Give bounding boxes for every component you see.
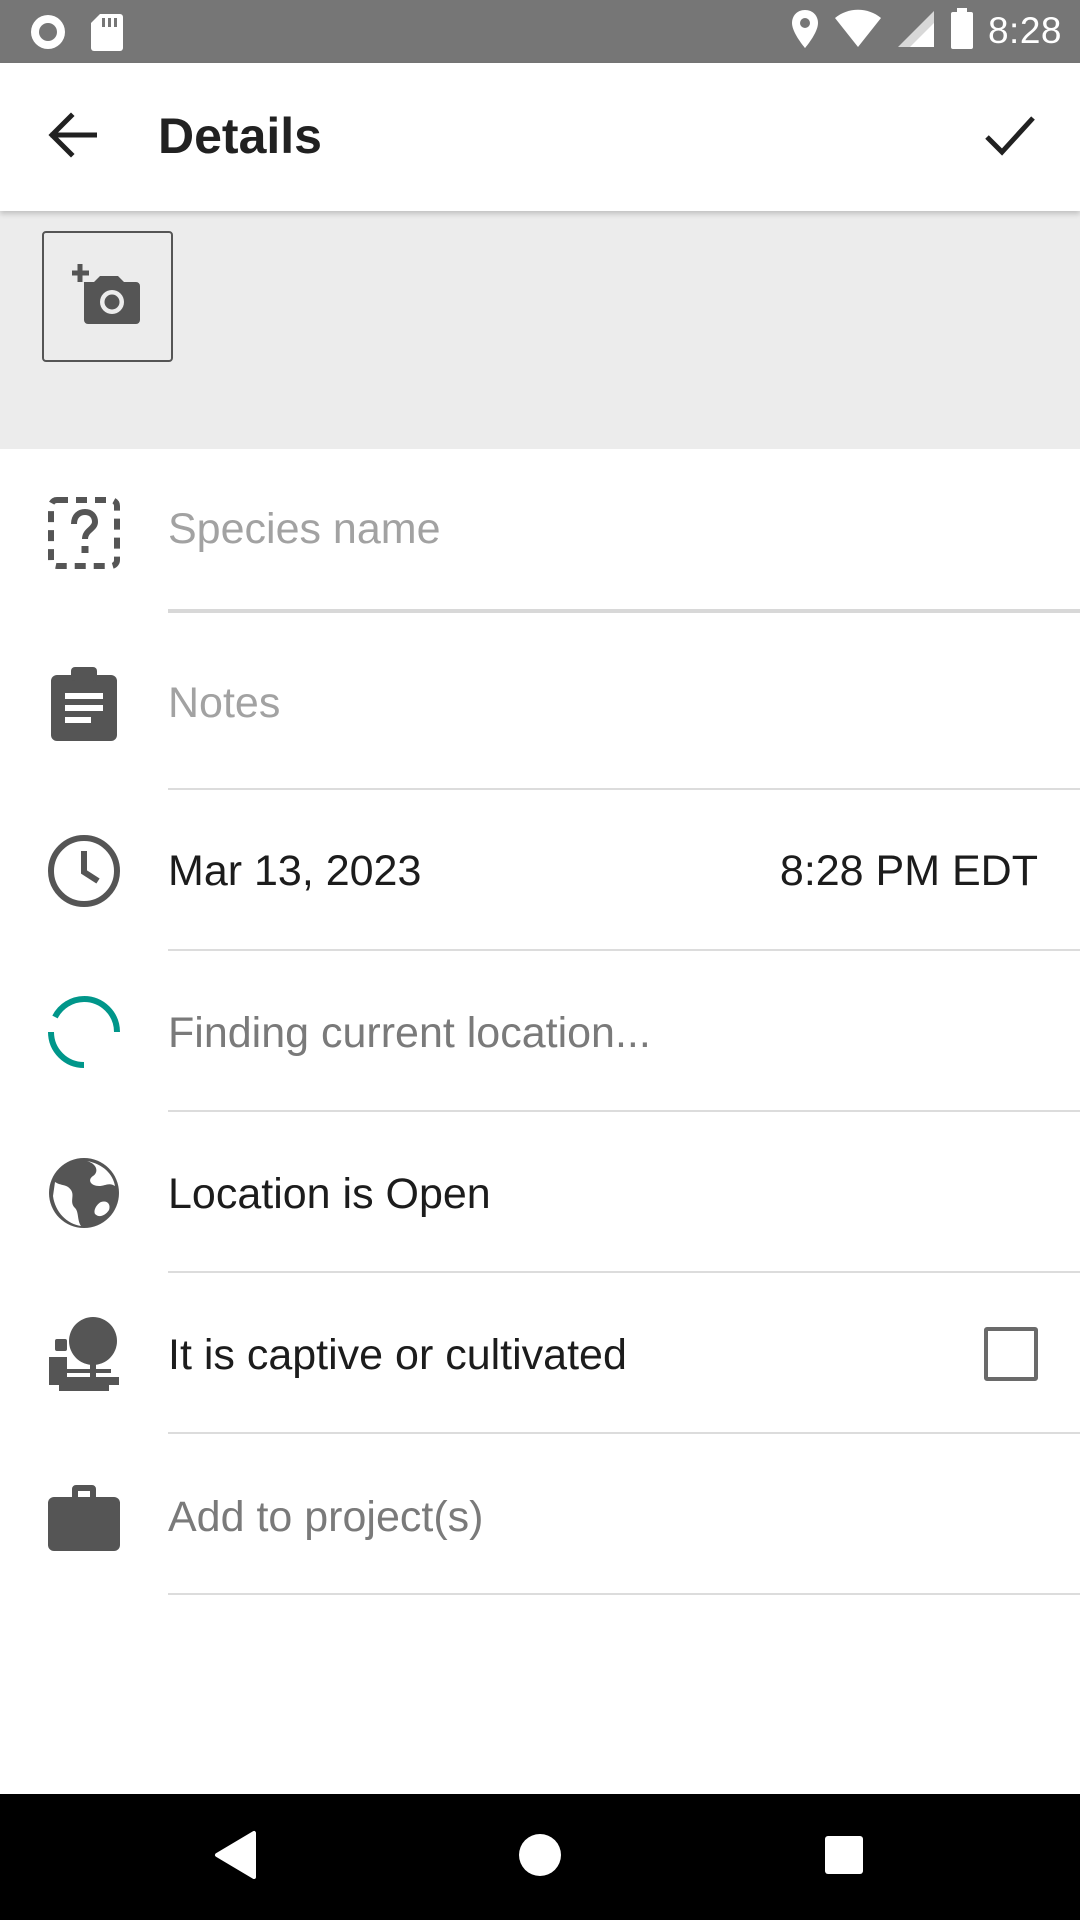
briefcase-icon bbox=[46, 1479, 122, 1555]
check-icon bbox=[984, 113, 1036, 162]
page-title: Details bbox=[158, 108, 322, 164]
notes-row[interactable]: Notes bbox=[0, 619, 1080, 791]
add-photo-camera-icon bbox=[70, 262, 144, 331]
projects-divider bbox=[168, 1593, 1080, 1595]
datetime-row[interactable]: Mar 13, 2023 8:28 PM EDT bbox=[0, 791, 1080, 952]
nav-recents-icon bbox=[824, 1835, 864, 1880]
status-bar: 8:28 bbox=[0, 0, 1080, 63]
arrow-back-icon bbox=[47, 111, 98, 163]
system-nav-bar bbox=[0, 1794, 1080, 1920]
save-button[interactable] bbox=[978, 107, 1042, 167]
species-divider bbox=[168, 609, 1080, 613]
nav-recents-button[interactable] bbox=[784, 1794, 904, 1920]
geoprivacy-divider bbox=[168, 1271, 1080, 1273]
add-photo-button[interactable] bbox=[42, 231, 173, 362]
geoprivacy-value[interactable]: Location is Open bbox=[168, 1170, 491, 1219]
notes-divider bbox=[168, 788, 1080, 790]
captive-row[interactable]: It is captive or cultivated bbox=[0, 1274, 1080, 1435]
date-value[interactable]: Mar 13, 2023 bbox=[168, 847, 421, 896]
status-time: 8:28 bbox=[987, 10, 1062, 51]
location-row[interactable]: Finding current location... bbox=[0, 952, 1080, 1113]
potted-tree-icon bbox=[46, 1316, 122, 1392]
projects-row[interactable]: Add to project(s) bbox=[0, 1435, 1080, 1596]
time-value[interactable]: 8:28 PM EDT bbox=[780, 847, 1038, 896]
captive-label: It is captive or cultivated bbox=[168, 1331, 627, 1379]
clipboard-notes-icon bbox=[46, 666, 122, 742]
clock-icon bbox=[46, 833, 122, 909]
nav-back-icon bbox=[214, 1830, 258, 1885]
photo-area bbox=[0, 211, 1080, 449]
captive-checkbox[interactable] bbox=[984, 1327, 1038, 1381]
unknown-species-icon bbox=[46, 495, 122, 571]
nav-back-button[interactable] bbox=[176, 1794, 296, 1920]
globe-icon bbox=[46, 1155, 122, 1231]
geoprivacy-row[interactable]: Location is Open bbox=[0, 1113, 1080, 1274]
record-icon bbox=[28, 12, 68, 57]
sd-card-icon bbox=[90, 12, 124, 57]
location-pin-icon bbox=[790, 9, 820, 54]
species-row[interactable]: Species name bbox=[0, 449, 1080, 619]
location-status[interactable]: Finding current location... bbox=[168, 1009, 651, 1058]
app-bar: Details bbox=[0, 63, 1080, 211]
location-divider bbox=[168, 1110, 1080, 1112]
add-to-projects[interactable]: Add to project(s) bbox=[168, 1493, 483, 1542]
loading-spinner-icon bbox=[46, 994, 122, 1070]
back-button[interactable] bbox=[42, 109, 102, 165]
nav-home-icon bbox=[518, 1833, 562, 1882]
nav-home-button[interactable] bbox=[480, 1794, 600, 1920]
datetime-divider bbox=[168, 949, 1080, 951]
battery-icon bbox=[950, 7, 974, 55]
species-name-input[interactable]: Species name bbox=[168, 505, 441, 554]
notes-input[interactable]: Notes bbox=[168, 679, 280, 728]
captive-divider bbox=[168, 1432, 1080, 1434]
cell-signal-icon bbox=[896, 9, 936, 54]
wifi-icon bbox=[834, 9, 882, 54]
